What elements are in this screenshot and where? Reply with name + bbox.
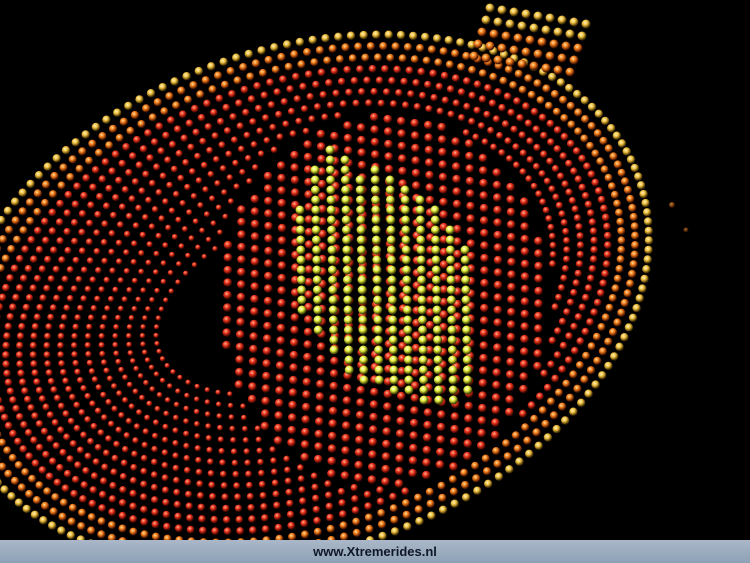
- site-url-text: www.Xtremerides.nl: [313, 544, 437, 559]
- watermark-footer: www.Xtremerides.nl: [0, 540, 750, 563]
- light-bulb-sign-photo: [0, 0, 750, 540]
